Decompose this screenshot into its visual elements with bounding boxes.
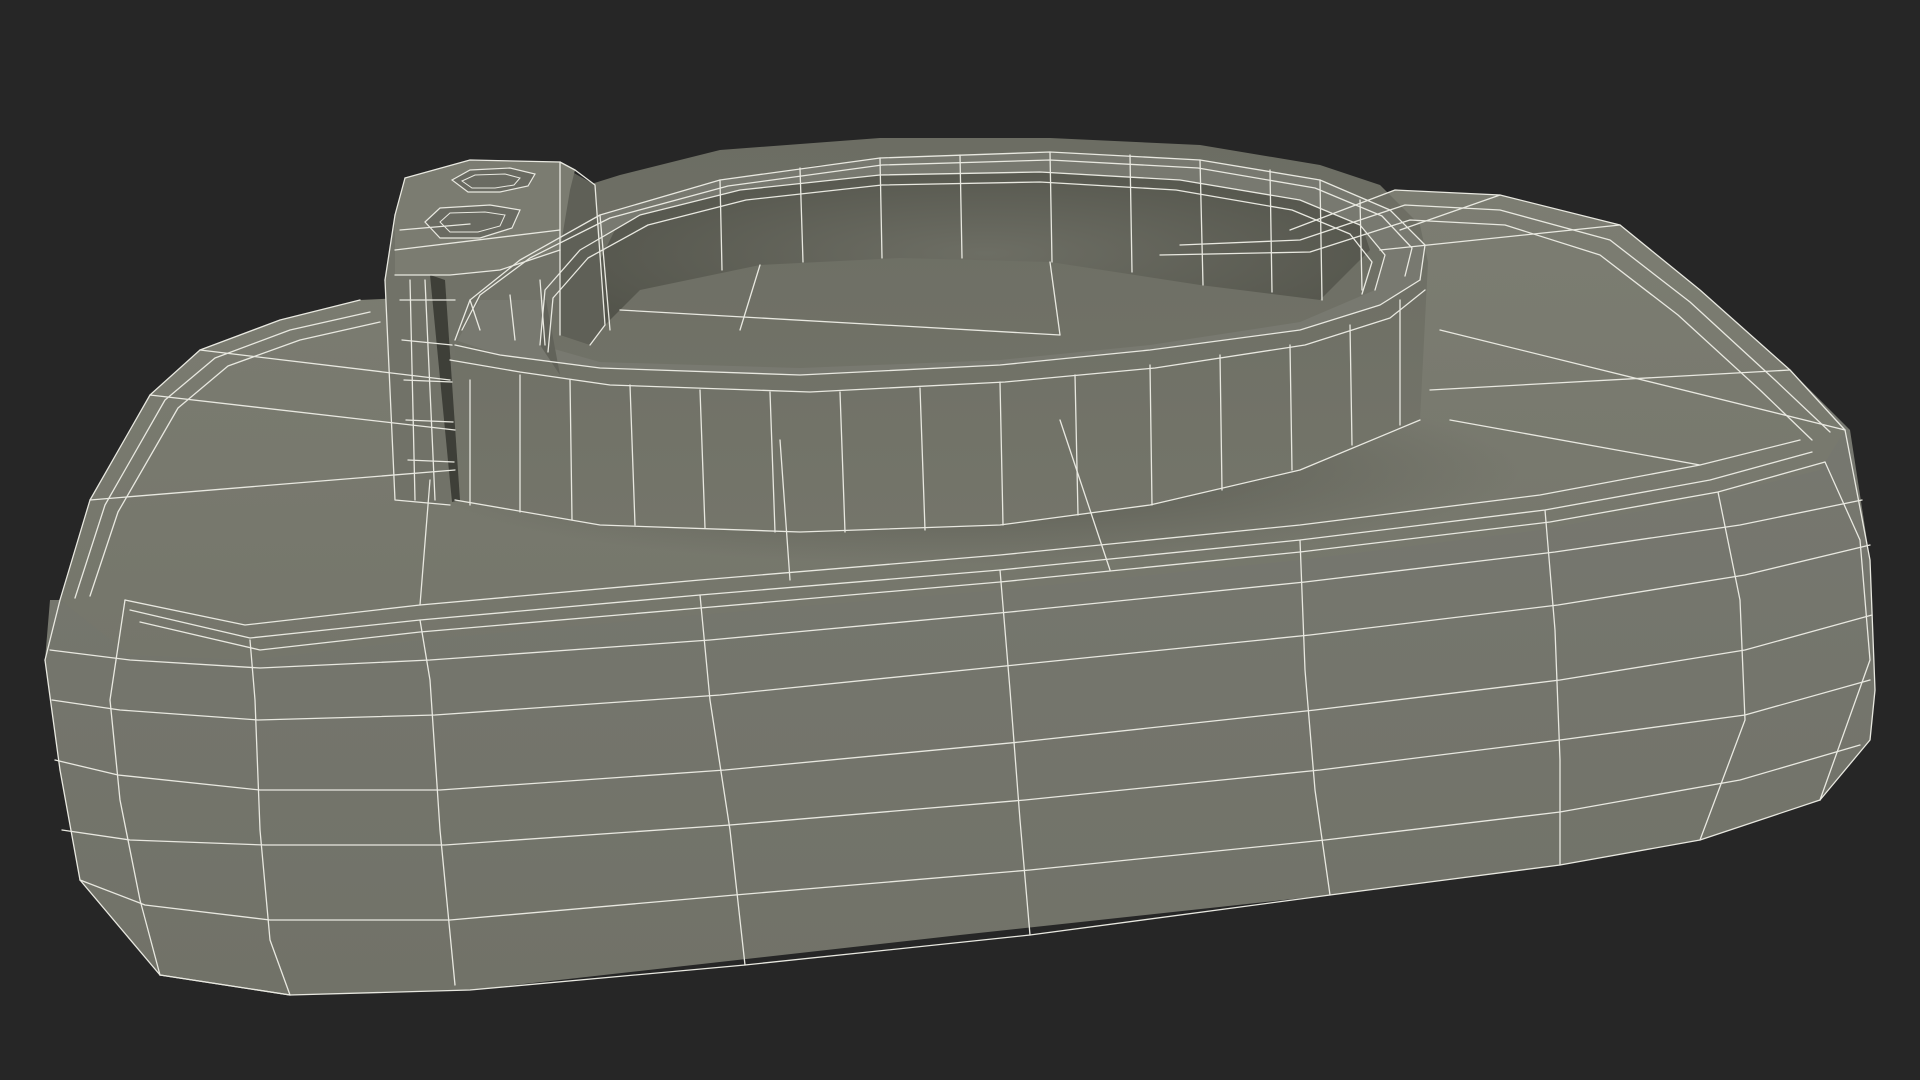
render-viewport — [0, 0, 1920, 1080]
wireframe-scene — [44, 138, 1876, 996]
